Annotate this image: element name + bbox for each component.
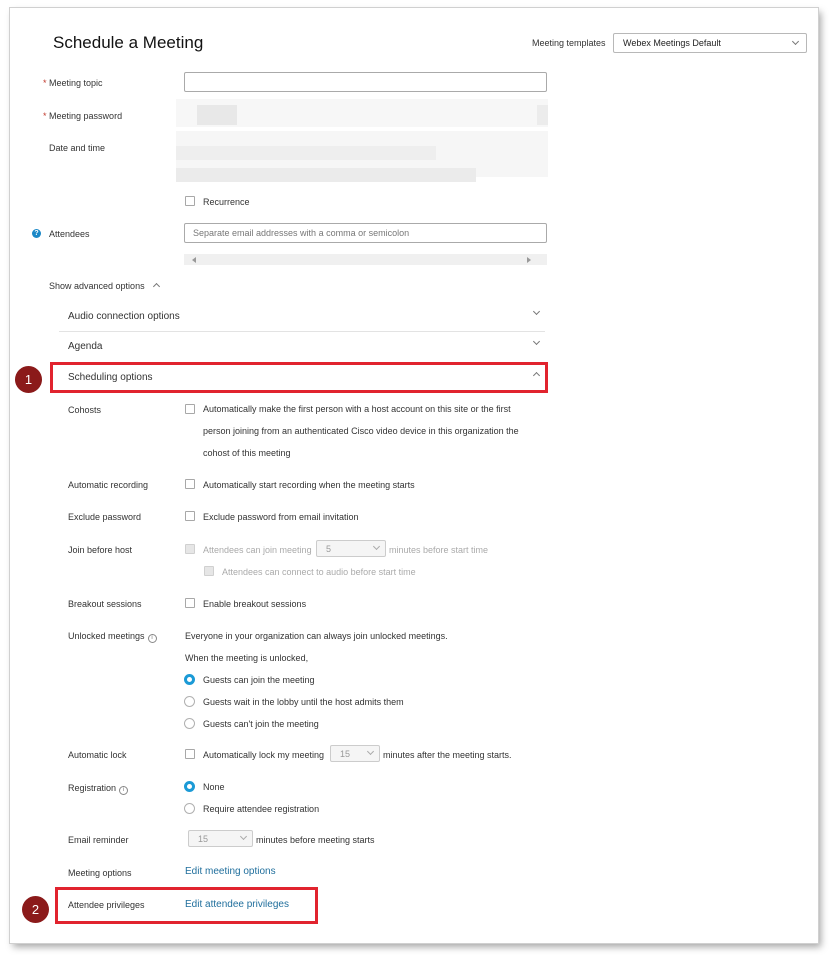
- chevron-down-icon: [791, 37, 800, 46]
- blur-block: [176, 146, 436, 160]
- info-icon[interactable]: i: [119, 786, 129, 795]
- meeting-templates-label: Meeting templates: [532, 38, 606, 48]
- attendees-horizontal-scrollbar[interactable]: [184, 254, 547, 265]
- email-reminder-suffix: minutes before meeting starts: [256, 835, 375, 845]
- edit-attendee-privileges-link[interactable]: Edit attendee privileges: [185, 899, 289, 910]
- agenda-section[interactable]: Agenda: [59, 333, 545, 361]
- email-reminder-value: 15: [198, 834, 209, 844]
- exclude-password-checkbox[interactable]: [185, 511, 195, 521]
- guests-lobby-label: Guests wait in the lobby until the host …: [203, 697, 404, 707]
- registration-label: Registration i: [68, 783, 129, 795]
- edit-meeting-options-link[interactable]: Edit meeting options: [185, 866, 276, 877]
- chevron-up-icon: [532, 371, 541, 380]
- unlocked-meetings-label-text: Unlocked meetings: [68, 631, 145, 641]
- recurrence-checkbox[interactable]: [185, 196, 195, 206]
- required-mark: *: [43, 111, 47, 121]
- info-icon[interactable]: i: [147, 634, 157, 643]
- guests-join-radio[interactable]: [184, 674, 195, 685]
- automatic-recording-text: Automatically start recording when the m…: [203, 480, 415, 490]
- guests-cant-join-radio[interactable]: [184, 718, 195, 729]
- meeting-templates-value: Webex Meetings Default: [623, 38, 721, 48]
- agenda-title: Agenda: [68, 341, 103, 352]
- connect-audio-checkbox[interactable]: [204, 566, 214, 576]
- connect-audio-text: Attendees can connect to audio before st…: [222, 567, 416, 577]
- breakout-sessions-text: Enable breakout sessions: [203, 599, 307, 609]
- show-advanced-options-label: Show advanced options: [49, 281, 145, 291]
- attendee-privileges-label: Attendee privileges: [68, 900, 145, 910]
- automatic-lock-minutes-value: 15: [340, 749, 351, 759]
- automatic-lock-checkbox[interactable]: [185, 749, 195, 759]
- chevron-down-icon: [372, 542, 381, 551]
- cohosts-text-3: cohost of this meeting: [203, 448, 291, 458]
- date-time-label: Date and time: [49, 143, 106, 153]
- unlocked-text-1: Everyone in your organization can always…: [185, 631, 448, 641]
- cohosts-text-1: Automatically make the first person with…: [203, 404, 511, 414]
- meeting-password-label-text: Meeting password: [49, 111, 123, 121]
- blur-block: [176, 168, 476, 182]
- join-before-host-checkbox[interactable]: [185, 544, 195, 554]
- unlocked-meetings-label: Unlocked meetings i: [68, 631, 157, 643]
- registration-label-text: Registration: [68, 783, 117, 793]
- automatic-lock-text: Automatically lock my meeting: [203, 750, 325, 760]
- join-before-suffix: minutes before start time: [389, 545, 489, 555]
- exclude-password-text: Exclude password from email invitation: [203, 512, 359, 522]
- breakout-sessions-checkbox[interactable]: [185, 598, 195, 608]
- meeting-topic-label: * Meeting topic: [43, 78, 103, 88]
- annotation-badge-1: 1: [15, 366, 42, 393]
- blur-block: [537, 105, 548, 125]
- meeting-templates-select[interactable]: Webex Meetings Default: [613, 33, 807, 53]
- audio-connection-options-title: Audio connection options: [68, 311, 180, 322]
- cohosts-checkbox[interactable]: [185, 404, 195, 414]
- scheduling-options-section[interactable]: Scheduling options: [59, 365, 545, 390]
- help-icon[interactable]: ?: [32, 229, 41, 238]
- meeting-password-label: * Meeting password: [43, 111, 122, 121]
- meeting-options-label: Meeting options: [68, 868, 132, 878]
- unlocked-text-2: When the meeting is unlocked,: [185, 653, 309, 663]
- chevron-down-icon: [239, 832, 248, 841]
- required-mark: *: [43, 78, 47, 88]
- chevron-down-icon: [366, 747, 375, 756]
- chevron-down-icon: [532, 337, 541, 346]
- divider: [59, 331, 545, 332]
- scroll-right-icon[interactable]: [527, 257, 531, 263]
- join-before-minutes-select[interactable]: 5: [316, 540, 386, 557]
- page-title: Schedule a Meeting: [53, 33, 204, 52]
- automatic-lock-suffix: minutes after the meeting starts.: [383, 750, 512, 760]
- scheduling-options-title: Scheduling options: [68, 372, 153, 383]
- automatic-recording-label: Automatic recording: [68, 480, 149, 490]
- recurrence-label: Recurrence: [203, 197, 250, 207]
- exclude-password-label: Exclude password: [68, 512, 142, 522]
- registration-require-label: Require attendee registration: [203, 804, 320, 814]
- guests-join-label: Guests can join the meeting: [203, 675, 315, 685]
- registration-require-radio[interactable]: [184, 803, 195, 814]
- schedule-meeting-window: Schedule a Meeting Meeting templates Web…: [10, 8, 818, 943]
- show-advanced-options-toggle[interactable]: Show advanced options: [49, 281, 145, 291]
- email-reminder-select[interactable]: 15: [188, 830, 253, 847]
- cohosts-label: Cohosts: [68, 405, 102, 415]
- guests-lobby-radio[interactable]: [184, 696, 195, 707]
- annotation-badge-2: 2: [22, 896, 49, 923]
- join-before-minutes-value: 5: [326, 544, 332, 554]
- attendees-input[interactable]: Separate email addresses with a comma or…: [184, 223, 547, 243]
- breakout-sessions-label: Breakout sessions: [68, 599, 142, 609]
- guests-cant-join-label: Guests can't join the meeting: [203, 719, 319, 729]
- audio-connection-options-section[interactable]: Audio connection options: [59, 303, 545, 331]
- chevron-up-icon: [152, 282, 161, 291]
- automatic-lock-label: Automatic lock: [68, 750, 127, 760]
- email-reminder-label: Email reminder: [68, 835, 129, 845]
- meeting-topic-input[interactable]: [184, 72, 547, 92]
- attendees-label: Attendees: [49, 229, 90, 239]
- registration-none-radio[interactable]: [184, 781, 195, 792]
- join-before-host-label: Join before host: [68, 545, 133, 555]
- meeting-topic-label-text: Meeting topic: [49, 78, 103, 88]
- blur-block: [197, 105, 237, 125]
- chevron-down-icon: [532, 307, 541, 316]
- registration-none-label: None: [203, 782, 225, 792]
- cohosts-text-2: person joining from an authenticated Cis…: [203, 426, 519, 436]
- join-before-host-text: Attendees can join meeting: [203, 545, 312, 555]
- attendees-placeholder: Separate email addresses with a comma or…: [193, 228, 410, 238]
- automatic-recording-checkbox[interactable]: [185, 479, 195, 489]
- scroll-left-icon[interactable]: [192, 257, 196, 263]
- automatic-lock-minutes-select[interactable]: 15: [330, 745, 380, 762]
